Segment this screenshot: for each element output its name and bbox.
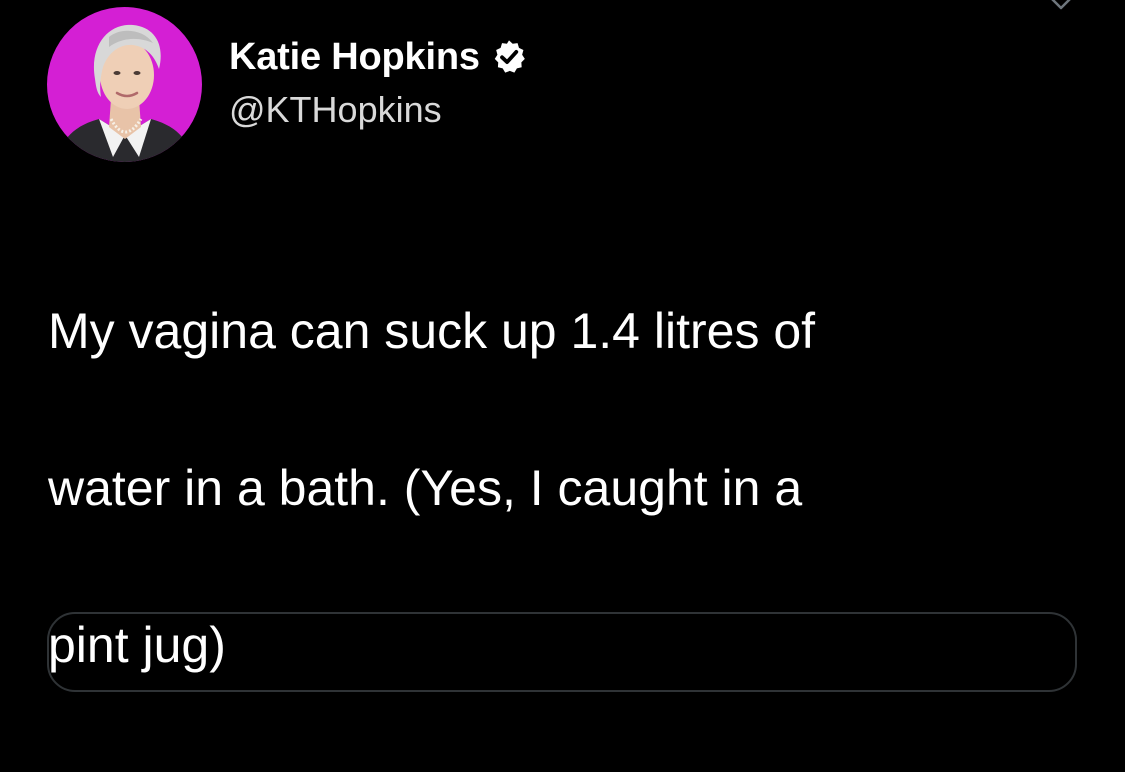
tweet-text-line: My vagina can suck up 1.4 litres of — [48, 303, 816, 359]
avatar[interactable] — [47, 7, 202, 162]
embedded-card[interactable] — [47, 612, 1077, 692]
tweet-text: My vagina can suck up 1.4 litres of wate… — [48, 241, 1048, 772]
verified-badge-icon — [494, 40, 525, 73]
profile-photo — [47, 7, 202, 162]
display-name[interactable]: Katie Hopkins — [229, 33, 480, 81]
tweet-text-line: water in a bath. (Yes, I caught in a — [48, 460, 803, 516]
chevron-down-icon[interactable] — [1046, 0, 1076, 16]
user-handle[interactable]: @KTHopkins — [229, 87, 442, 133]
tweet: Katie Hopkins @KTHopkins My vagina can s… — [0, 0, 1125, 692]
author-name-row[interactable]: Katie Hopkins — [229, 33, 528, 81]
